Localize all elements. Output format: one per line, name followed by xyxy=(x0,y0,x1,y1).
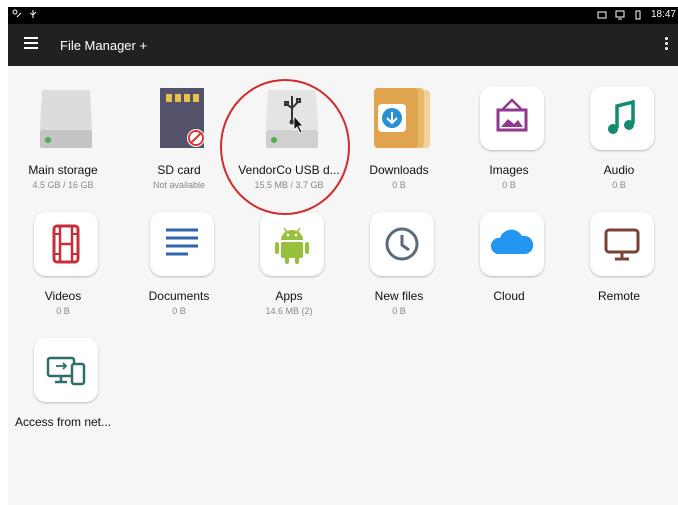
tile-images[interactable]: Images 0 B xyxy=(454,86,564,206)
overflow-menu-icon[interactable] xyxy=(662,37,670,53)
tile-new-files[interactable]: New files 0 B xyxy=(344,212,454,332)
tile-label: Main storage xyxy=(28,163,98,177)
tile-sub: 0 B xyxy=(392,306,406,316)
network-devices-icon xyxy=(46,356,86,386)
app-title: File Manager + xyxy=(60,38,148,53)
clock-icon xyxy=(385,227,419,261)
tile-label: Videos xyxy=(44,289,82,303)
tile-documents[interactable]: Documents 0 B xyxy=(124,212,234,332)
tile-usb-drive[interactable]: VendorCo USB d... 15.5 MB / 3.7 GB xyxy=(234,86,344,206)
battery-icon xyxy=(635,10,641,19)
tile-videos[interactable]: Videos 0 B xyxy=(8,212,118,332)
tile-cloud[interactable]: Cloud xyxy=(454,212,564,332)
usb-drive-icon xyxy=(260,86,324,150)
tile-sub: 0 B xyxy=(612,180,626,190)
tile-access-from-network[interactable]: Access from net... xyxy=(8,338,118,458)
app-bar: File Manager + xyxy=(8,24,678,66)
usb-notification-icon xyxy=(29,10,37,18)
images-icon xyxy=(496,98,528,132)
tile-label: Access from net... xyxy=(14,415,112,429)
status-time: 18:47 xyxy=(650,9,676,20)
notification-icon xyxy=(12,9,22,18)
tile-main-storage[interactable]: Main storage 4.5 GB / 16 GB xyxy=(8,86,118,206)
status-bar: 18:47 xyxy=(8,7,678,24)
tile-label: Remote xyxy=(597,289,641,303)
tile-sd-card[interactable]: SD card Not available xyxy=(124,86,234,206)
tile-audio[interactable]: Audio 0 B xyxy=(564,86,674,206)
downloads-icon xyxy=(370,86,434,150)
tile-downloads[interactable]: Downloads 0 B xyxy=(344,86,454,206)
menu-icon[interactable] xyxy=(24,37,38,51)
screenshot-icon xyxy=(597,11,607,18)
tile-apps[interactable]: Apps 14.6 MB (2) xyxy=(234,212,344,332)
hard-drive-icon xyxy=(34,86,98,150)
tile-label: Audio xyxy=(603,163,635,177)
sd-card-icon xyxy=(150,86,214,150)
videos-icon xyxy=(52,224,80,264)
tile-sub: 4.5 GB / 16 GB xyxy=(32,180,94,190)
cast-icon xyxy=(615,10,625,19)
audio-icon xyxy=(608,99,635,134)
tile-sub: 0 B xyxy=(56,306,70,316)
monitor-icon xyxy=(604,228,640,261)
documents-icon xyxy=(166,228,198,256)
tile-remote[interactable]: Remote xyxy=(564,212,674,332)
android-icon xyxy=(275,227,309,264)
cloud-icon xyxy=(490,229,534,254)
storage-grid: Main storage 4.5 GB / 16 GB SD card Not … xyxy=(8,66,678,505)
